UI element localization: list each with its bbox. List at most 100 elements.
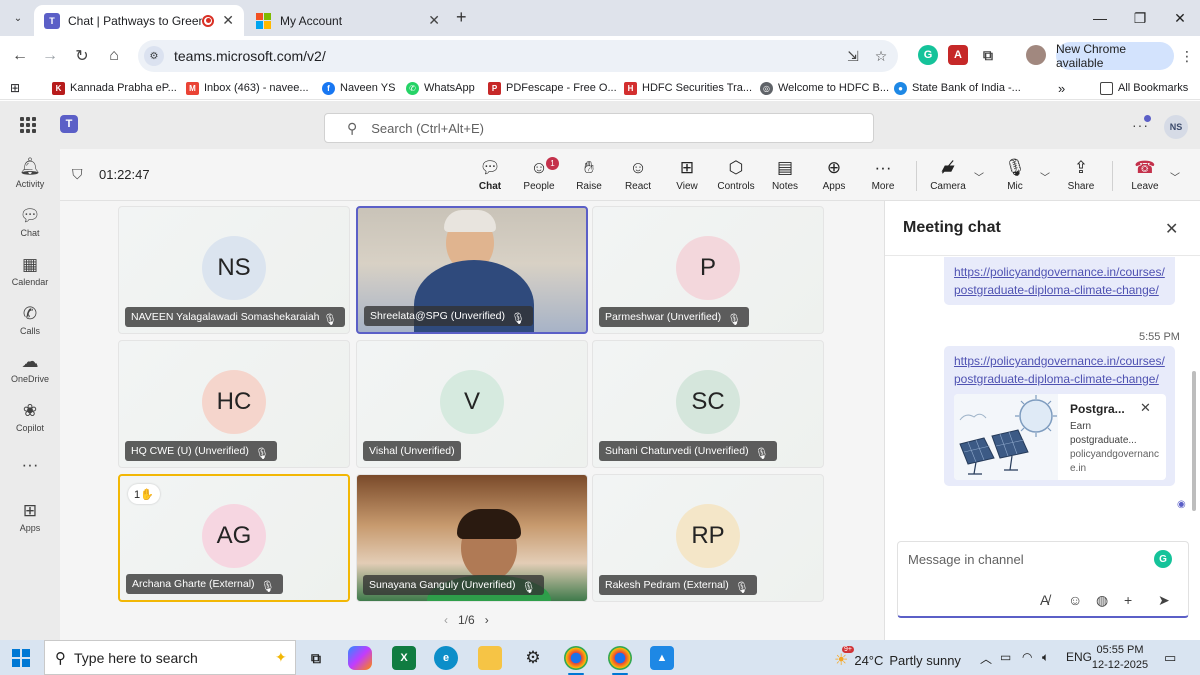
all-bookmarks-button[interactable]: All Bookmarks [1100,80,1188,96]
rail-item-onedrive[interactable]: ☁ OneDrive [0,352,60,396]
tab-search-button[interactable]: ⌄ [6,6,30,30]
tab-teams-chat[interactable]: T Chat | Pathways to Green C ✕ [34,5,244,36]
search-input[interactable] [371,120,772,136]
close-tab-icon[interactable]: ✕ [222,12,234,29]
react-button[interactable]: ☺ React [615,157,661,197]
bookmark-star-icon[interactable]: ☆ [871,46,891,66]
rail-item-calendar[interactable]: ▦ Calendar [0,255,60,299]
notes-button[interactable]: ▤ Notes [762,157,808,197]
bookmark-gmail[interactable]: M Inbox (463) - navee... [186,80,309,96]
tab-my-account[interactable]: My Account ✕ [246,5,450,36]
more-button[interactable]: ··· More [860,157,906,197]
chevron-left-icon[interactable]: ‹ [444,613,448,627]
chat-message-link[interactable]: https://policyandgovernance.in/courses/p… [954,265,1165,297]
emoji-icon[interactable]: ☺ [1068,592,1082,608]
rail-item-more[interactable]: ··· [0,455,60,499]
sticker-icon[interactable]: ◍ [1096,592,1108,609]
close-tab-icon[interactable]: ✕ [428,12,440,29]
restore-button[interactable]: ❐ [1120,4,1160,32]
camera-button[interactable]: ▰̸ Camera [925,157,971,197]
rail-item-apps[interactable]: ⊞ Apps [0,501,60,545]
wifi-icon[interactable]: ◠ [1022,650,1032,664]
close-icon[interactable]: ✕ [1165,219,1178,239]
chrome-profile-icon[interactable] [608,646,632,675]
language-indicator[interactable]: ENG [1066,650,1092,664]
excel-icon[interactable]: X [392,646,416,670]
rail-item-chat[interactable]: 💬︎ Chat [0,206,60,250]
minimize-button[interactable]: — [1080,4,1120,32]
extensions-icon[interactable]: ⧉ [978,45,998,65]
site-info-icon[interactable]: ⚙ [144,46,164,66]
bookmark-kannada-prabha[interactable]: K Kannada Prabha eP... [52,80,177,96]
grammarly-icon[interactable]: G [1154,550,1172,568]
participant-tile-video[interactable]: Sunayana Ganguly (Unverified) 🎙︎ [356,474,588,602]
bookmark-facebook[interactable]: f Naveen YS [322,80,395,96]
bookmark-hdfc-securities[interactable]: H HDFC Securities Tra... [624,80,752,96]
app-launcher-icon[interactable] [20,117,36,133]
participant-tile[interactable]: 1✋ AG Archana Gharte (External) 🎙︎ [118,474,350,602]
copilot-taskbar-icon[interactable] [348,646,372,670]
leave-button[interactable]: ☎ Leave [1122,157,1168,197]
camera-options-chevron-icon[interactable]: ﹀ [974,169,984,184]
reload-button[interactable]: ↻ [70,44,94,68]
new-chrome-available-button[interactable]: New Chrome available [1056,42,1174,70]
chevron-right-icon[interactable]: › [485,613,489,627]
teams-search[interactable]: ⚲ [324,113,874,143]
home-button[interactable]: ⌂ [102,44,126,68]
mic-button[interactable]: 🎙︎ Mic [992,157,1038,197]
pdf-extension-icon[interactable]: A [948,45,968,65]
controls-button[interactable]: ⬡ Controls [713,157,759,197]
participant-tile[interactable]: V Vishal (Unverified) [356,340,588,468]
rail-item-copilot[interactable]: ❀ Copilot [0,401,60,445]
install-app-icon[interactable]: ⇲ [843,46,863,66]
message-input[interactable] [908,552,1138,567]
people-button[interactable]: ☺ 1 People [516,157,562,197]
chat-scrollbar[interactable] [1192,371,1196,511]
file-explorer-icon[interactable] [478,646,502,670]
rail-item-calls[interactable]: ✆ Calls [0,304,60,348]
close-window-button[interactable]: ✕ [1160,4,1200,32]
close-icon[interactable]: ✕ [1140,400,1151,416]
rail-item-activity[interactable]: 🔔︎ Activity [0,157,60,201]
view-button[interactable]: ⊞ View [664,157,710,197]
participant-tile[interactable]: HC HQ CWE (U) (Unverified) 🎙︎ [118,340,350,468]
windows-start-icon[interactable] [12,649,30,667]
participant-tile[interactable]: NS NAVEEN Yalagalawadi Somashekaraiah 🎙︎ [118,206,350,334]
apps-grid-icon[interactable]: ⊞ [10,80,20,96]
participant-tile[interactable]: P Parmeshwar (Unverified) 🎙︎ [592,206,824,334]
settings-gear-icon[interactable]: ⚙ [521,646,545,670]
grammarly-extension-icon[interactable]: G [918,45,938,65]
address-bar[interactable]: ⚙ teams.microsoft.com/v2/ ⇲ ☆ [138,40,898,72]
profile-avatar[interactable] [1026,45,1046,65]
back-button[interactable]: ← [8,44,32,68]
battery-icon[interactable]: ▭ [1000,650,1011,664]
new-tab-button[interactable]: + [456,7,467,28]
mic-options-chevron-icon[interactable]: ﹀ [1040,169,1050,184]
chevron-up-icon[interactable]: ︿ [980,650,992,667]
format-icon[interactable]: A̸ [1040,592,1049,608]
raise-hand-button[interactable]: ✋︎ Raise [566,157,612,197]
taskbar-search[interactable]: ⚲ Type here to search ✦ [44,640,296,675]
edge-icon[interactable]: e [434,646,458,670]
leave-options-chevron-icon[interactable]: ﹀ [1170,169,1180,184]
participant-tile[interactable]: RP Rakesh Pedram (External) 🎙︎ [592,474,824,602]
apps-button[interactable]: ⊕ Apps [811,157,857,197]
bookmark-pdfescape[interactable]: P PDFescape - Free O... [488,80,617,96]
bookmark-whatsapp[interactable]: ✆ WhatsApp [406,80,475,96]
chat-button[interactable]: 💬︎ Chat [467,157,513,206]
bookmark-hdfc-bank[interactable]: ◎ Welcome to HDFC B... [760,80,889,96]
chrome-menu-icon[interactable]: ⋮ [1180,48,1194,65]
more-bookmarks-icon[interactable]: » [1058,80,1065,96]
photos-icon[interactable]: ▲ [650,646,674,670]
link-preview-card[interactable]: Postgra... ✕ Earn postgraduate... policy… [954,394,1166,480]
chat-message-link[interactable]: https://policyandgovernance.in/courses/p… [954,354,1165,386]
volume-icon[interactable]: 🔈︎ [1042,650,1049,665]
send-icon[interactable]: ➤ [1158,592,1170,609]
chrome-icon[interactable] [564,646,588,675]
forward-button[interactable]: → [38,44,62,68]
notification-icon[interactable]: ▭ [1164,650,1176,666]
task-view-icon[interactable]: ⧉ [304,646,328,670]
weather-widget[interactable]: ☀ 9+ 24°C Partly sunny [834,646,961,670]
user-avatar[interactable]: NS [1164,115,1188,139]
participant-tile-video[interactable]: Shreelata@SPG (Unverified) 🎙︎ [356,206,588,334]
